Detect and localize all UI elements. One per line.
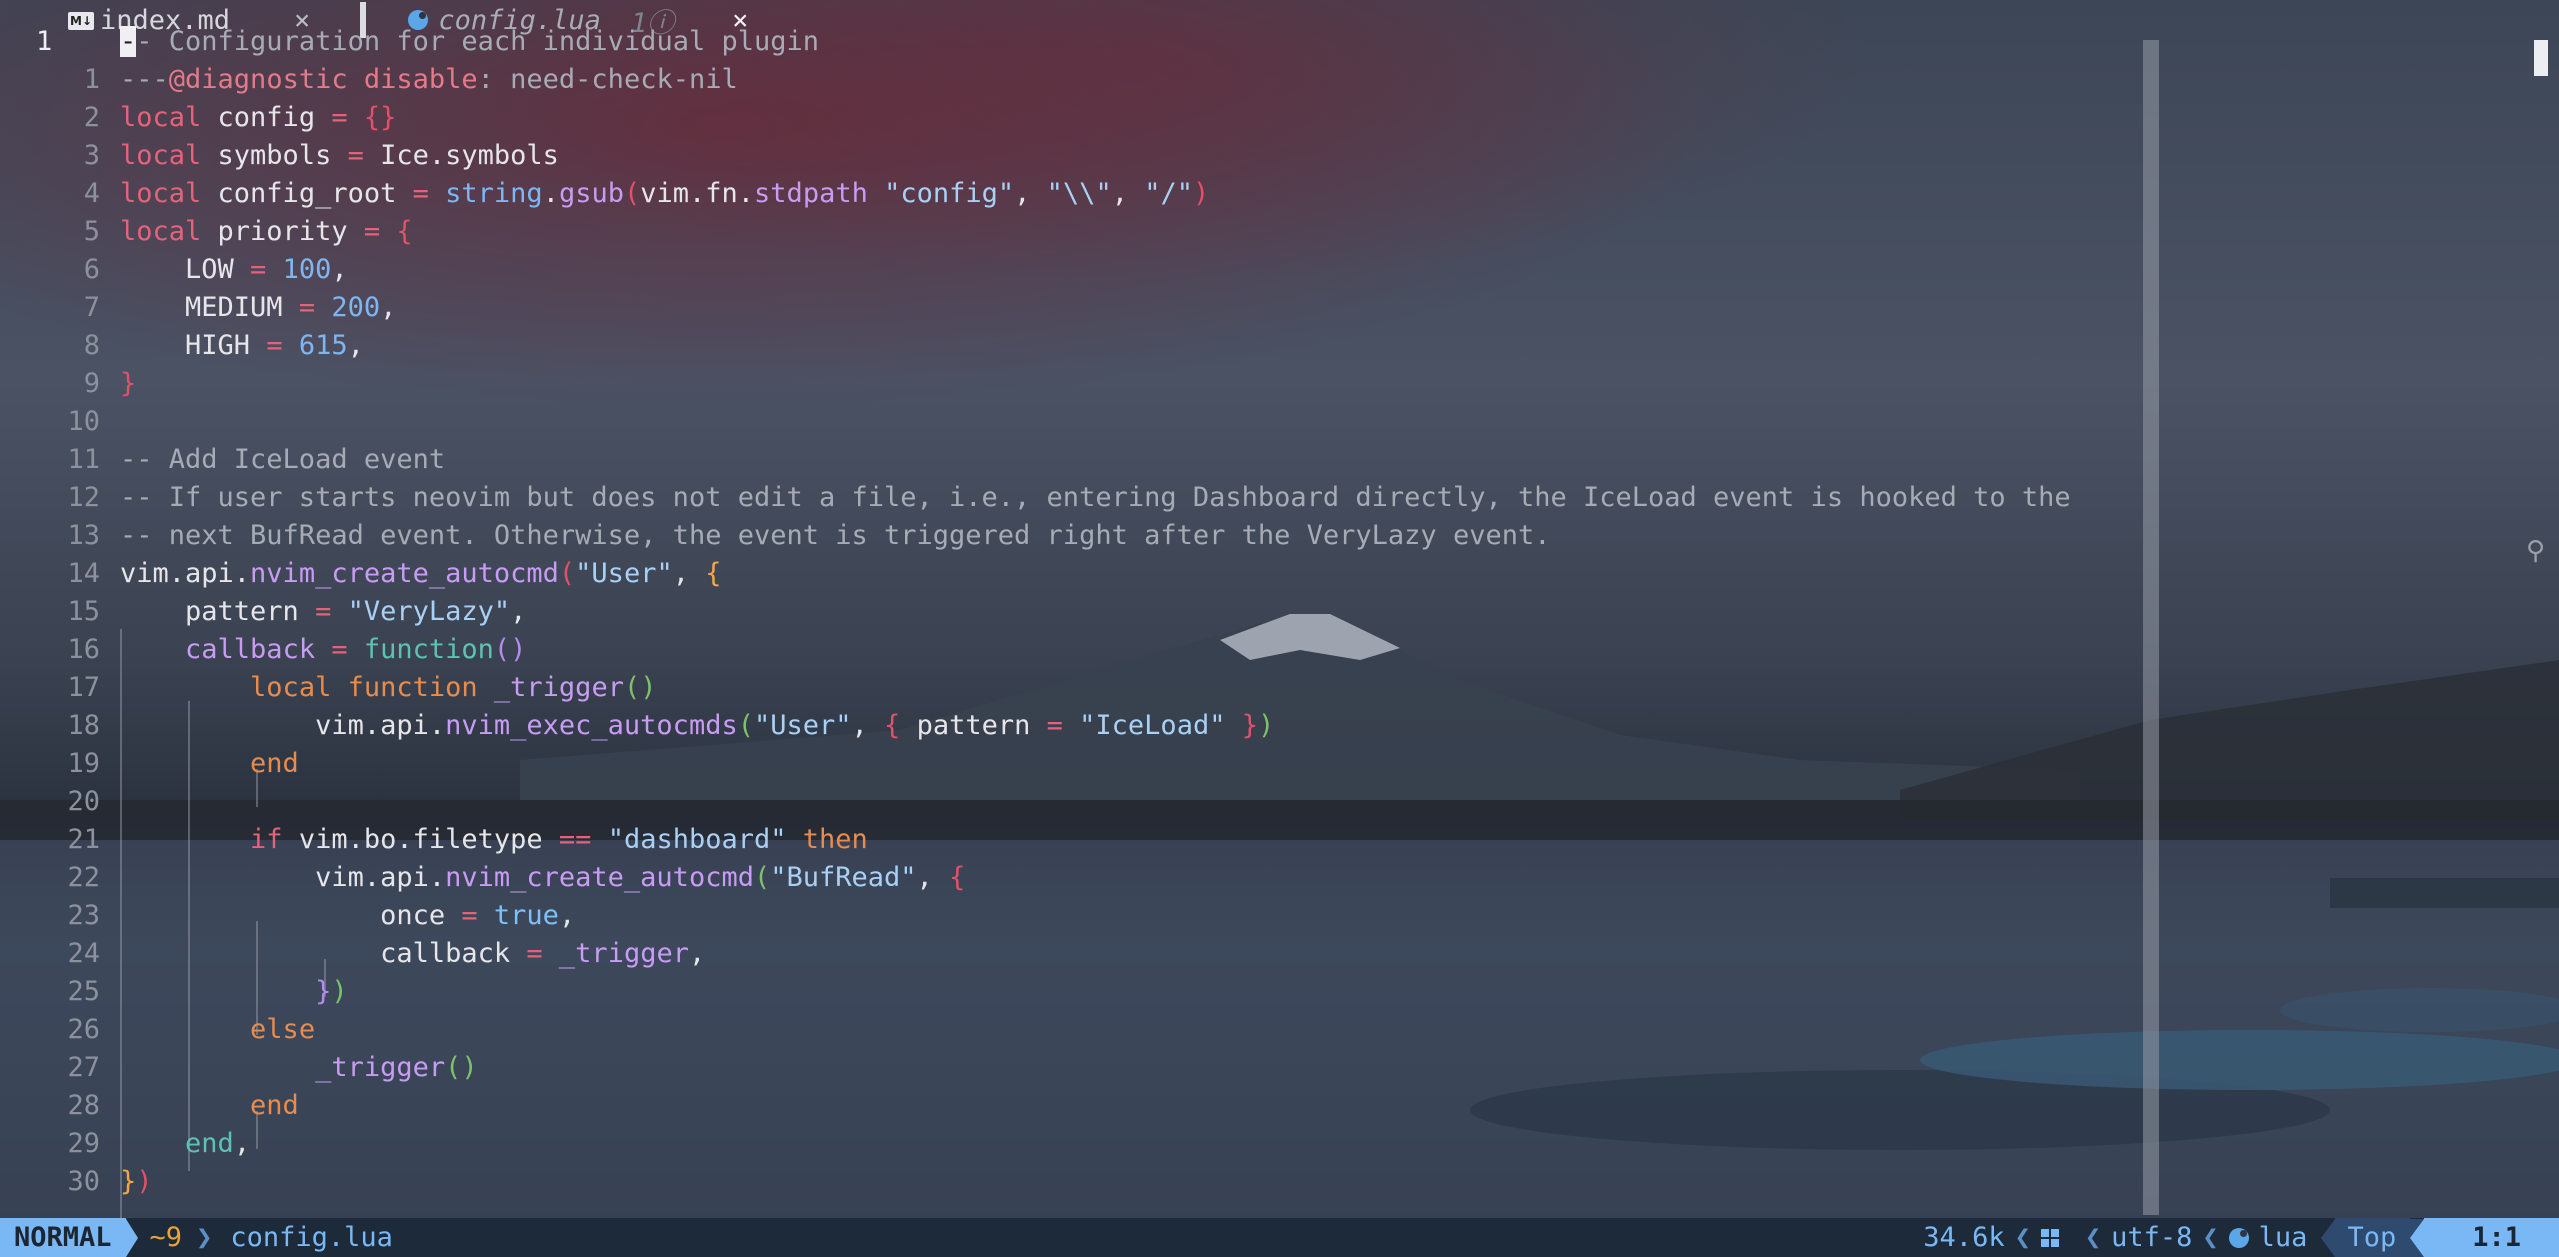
line-number: 15	[67, 596, 100, 627]
line-number: 8	[83, 330, 100, 361]
git-status: ~9	[149, 1222, 183, 1253]
line-number: 2	[83, 102, 100, 133]
line-number: 29	[67, 1128, 100, 1159]
statusline-right: 34.6k ❮ ❮ utf-8 ❮ lua Top 1:1	[1923, 1218, 2559, 1257]
line-number: 28	[67, 1090, 100, 1121]
line-number: 7	[83, 292, 100, 323]
line-number: 14	[67, 558, 100, 589]
separator-icon	[2410, 1218, 2425, 1257]
chevron-left-icon: ❮	[2014, 1222, 2031, 1253]
lightbulb-icon[interactable]: ⚲	[2526, 536, 2545, 566]
line-number: 20	[67, 786, 100, 817]
file-encoding: utf-8	[2111, 1222, 2193, 1253]
line-number: 23	[67, 900, 100, 931]
file-size: 34.6k	[1923, 1222, 2005, 1253]
line-number: 9	[83, 368, 100, 399]
line-number: 4	[83, 178, 100, 209]
line-number: 22	[67, 862, 100, 893]
cursor-position: 1:1	[2424, 1218, 2559, 1257]
lua-file-icon	[2228, 1227, 2249, 1248]
separator-icon	[2321, 1218, 2336, 1257]
markdown-icon: M↓	[68, 12, 94, 30]
line-number: 6	[83, 254, 100, 285]
line-number: 24	[67, 938, 100, 969]
line-number: 3	[83, 140, 100, 171]
mode-indicator: NORMAL	[0, 1218, 126, 1257]
line-number: 13	[67, 520, 100, 551]
line-number: 27	[67, 1052, 100, 1083]
line-number: 10	[67, 406, 100, 437]
line-number: 18	[67, 710, 100, 741]
line-number: 26	[67, 1014, 100, 1045]
chevron-left-icon: ❮	[2202, 1222, 2219, 1253]
scrollbar-thumb[interactable]	[2534, 40, 2548, 76]
chevron-right-icon: ❯	[196, 1222, 213, 1253]
line-number: 1	[83, 64, 100, 95]
line-number: 12	[67, 482, 100, 513]
line-number: 5	[83, 216, 100, 247]
windows-icon	[2040, 1228, 2059, 1247]
scroll-position: Top	[2335, 1218, 2411, 1257]
status-filename: config.lua	[230, 1222, 393, 1253]
line-number: 17	[67, 672, 100, 703]
chevron-left-icon: ❮	[2084, 1222, 2102, 1253]
line-number: 30	[67, 1166, 100, 1197]
line-number: 16	[67, 634, 100, 665]
line-number: 1	[36, 26, 53, 57]
line-number: 25	[67, 976, 100, 1007]
separator-icon	[125, 1218, 138, 1257]
colorcolumn	[2143, 40, 2159, 1215]
text-cursor: -	[120, 26, 137, 57]
line-number: 19	[67, 748, 100, 779]
file-type: lua	[2258, 1222, 2308, 1253]
line-number: 21	[67, 824, 100, 855]
line-number: 11	[67, 444, 100, 475]
statusline: NORMAL ~9 ❯ config.lua 34.6k ❮ ❮ utf-8 ❮…	[0, 1218, 2559, 1257]
